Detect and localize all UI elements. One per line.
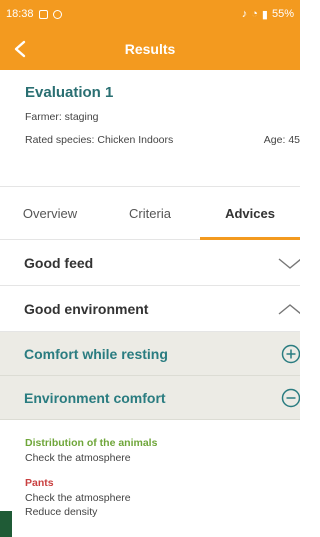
wifi-icon: ◔ (251, 8, 258, 20)
advice-title: Distribution of the animals (25, 437, 158, 449)
mute-icon: ♪ (241, 8, 248, 20)
chevron-down-icon (276, 240, 300, 286)
tab-criteria[interactable]: Criteria (100, 187, 200, 239)
tab-advices[interactable]: Advices (200, 187, 300, 240)
section-comfort-resting[interactable]: Comfort while resting (0, 332, 300, 376)
battery-level: 55% (271, 8, 294, 20)
section-label: Environment comfort (24, 389, 166, 406)
chevron-left-icon (14, 40, 26, 58)
evaluation-info: Evaluation 1 Farmer: staging Rated speci… (0, 70, 300, 186)
tab-bar: Overview Criteria Advices (0, 186, 300, 240)
section-good-environment[interactable]: Good environment (0, 286, 300, 332)
side-handle[interactable] (0, 511, 12, 537)
section-label: Comfort while resting (24, 345, 168, 362)
section-environment-comfort[interactable]: Environment comfort (0, 376, 300, 420)
advice-line: Reduce density (25, 506, 98, 518)
plus-circle-icon (278, 332, 300, 376)
chevron-up-icon (276, 286, 300, 332)
age-text: Age: 45 (263, 134, 300, 146)
farmer-text: Farmer: staging (25, 111, 99, 123)
advice-line: Check the atmosphere (25, 452, 131, 464)
status-time: 18:38 (6, 8, 34, 20)
section-label: Good feed (24, 254, 94, 271)
advice-title: Pants (25, 477, 54, 489)
signal-icon: ▮ (261, 8, 268, 21)
species-row: Rated species: Chicken Indoors Age: 45 (25, 134, 300, 146)
evaluation-title: Evaluation 1 (25, 84, 114, 101)
advice-list: Distribution of the animals Check the at… (0, 420, 300, 519)
page-title: Results (124, 41, 176, 57)
section-good-feed[interactable]: Good feed (0, 240, 300, 286)
status-bar: 18:38 ♪ ◔ ▮ 55% (0, 0, 300, 28)
advice-item: Distribution of the animals Check the at… (25, 437, 300, 465)
advice-line: Check the atmosphere (25, 492, 131, 504)
back-button[interactable] (0, 28, 40, 70)
app-bar: Results (0, 28, 300, 70)
gallery-icon (38, 9, 48, 19)
tab-overview[interactable]: Overview (0, 187, 100, 239)
section-label: Good environment (24, 300, 149, 317)
species-text: Rated species: Chicken Indoors (25, 134, 174, 146)
advice-item: Pants Check the atmosphere Reduce densit… (25, 477, 300, 519)
minus-circle-icon (278, 376, 300, 420)
notification-icon (52, 9, 62, 19)
